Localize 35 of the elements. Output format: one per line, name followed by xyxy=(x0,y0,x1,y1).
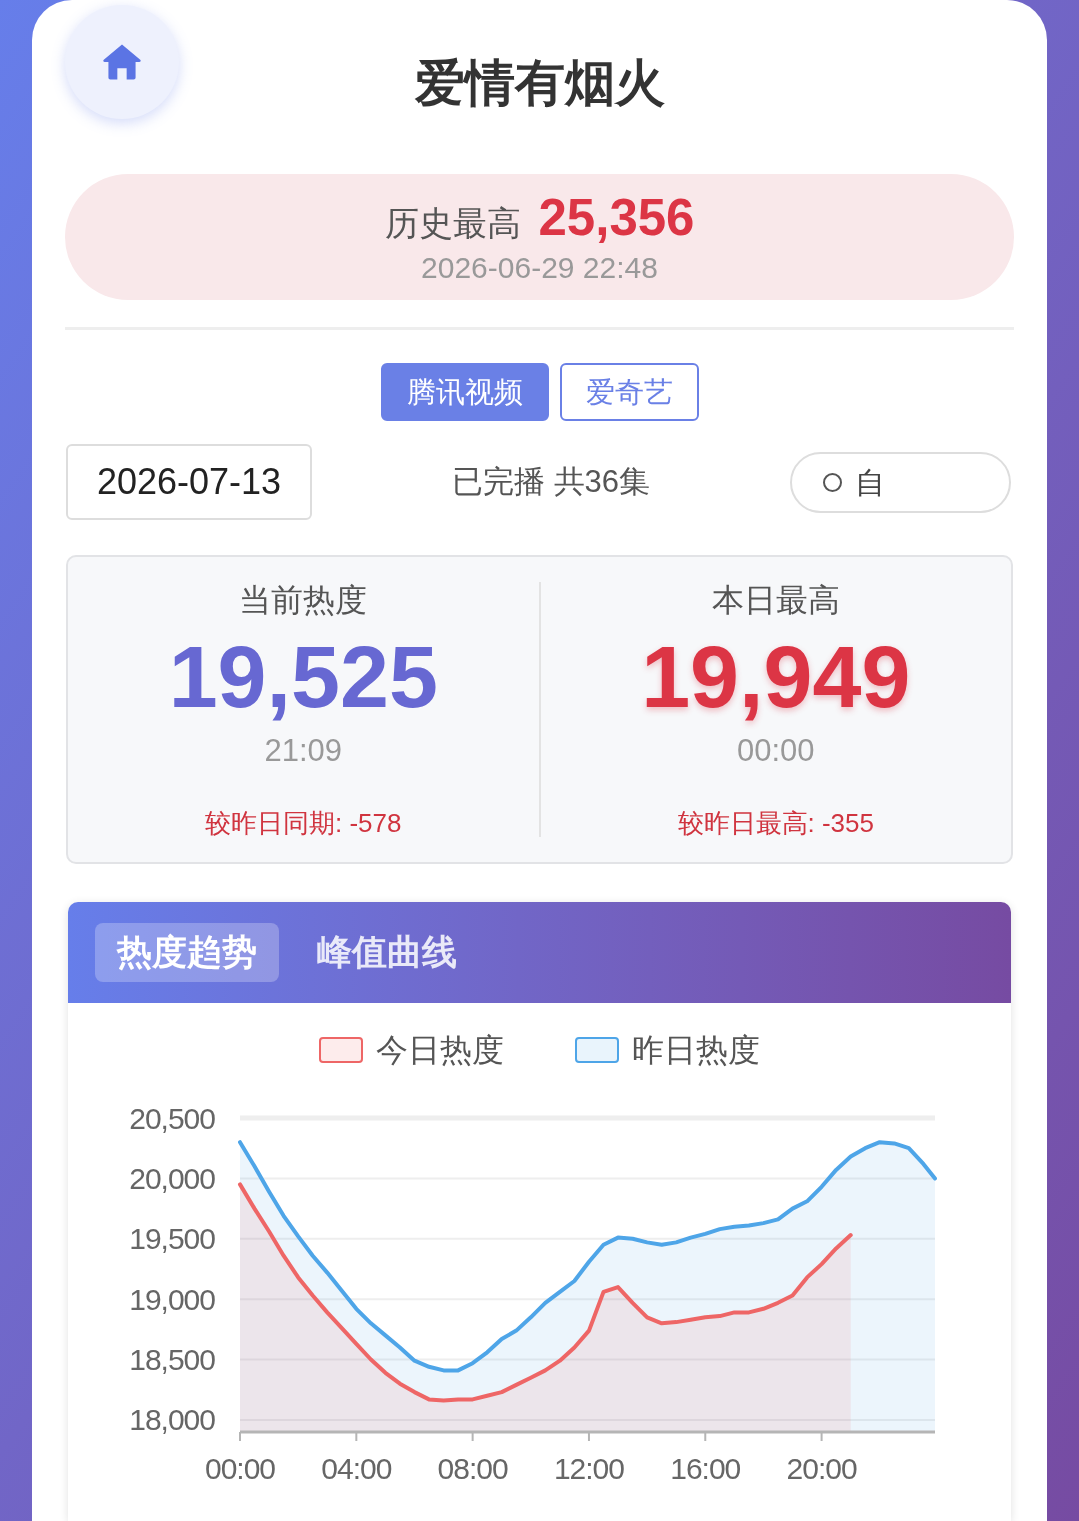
y-axis-label: 18,000 xyxy=(129,1403,215,1437)
date-field[interactable]: 2026-07-13 xyxy=(66,444,312,520)
x-axis-label: 04:00 xyxy=(321,1451,392,1485)
stat-value: 19,525 xyxy=(168,632,438,722)
home-icon xyxy=(103,43,141,81)
home-button[interactable] xyxy=(65,5,179,119)
x-axis-label: 08:00 xyxy=(437,1451,508,1485)
platform-tab[interactable]: 腾讯视频 xyxy=(380,363,549,421)
x-axis-label: 12:00 xyxy=(553,1451,624,1485)
stat-label: 本日最高 xyxy=(711,581,840,620)
stat-value: 19,949 xyxy=(641,632,911,722)
y-axis-label: 20,500 xyxy=(129,1101,215,1135)
y-axis-label: 19,000 xyxy=(129,1282,215,1316)
history-high-value: 25,356 xyxy=(538,188,695,247)
history-high-label: 历史最高 xyxy=(384,202,521,244)
page-title: 爱情有烟火 xyxy=(414,54,665,113)
x-axis-label: 16:00 xyxy=(670,1451,741,1485)
stat-time: 00:00 xyxy=(736,732,815,770)
x-axis-label: 20:00 xyxy=(786,1451,857,1485)
legend-label: 今日热度 xyxy=(376,1031,504,1070)
y-axis-label: 20,000 xyxy=(129,1161,215,1195)
y-axis-label: 18,500 xyxy=(129,1343,215,1377)
option-toggle[interactable]: 自 xyxy=(790,451,1011,513)
stat-comparison: 较昨日最高: -355 xyxy=(677,807,874,840)
stat-label: 当前热度 xyxy=(239,581,368,620)
y-axis-label: 19,500 xyxy=(129,1222,215,1256)
legend-label: 昨日热度 xyxy=(632,1031,760,1070)
stat-time: 21:09 xyxy=(264,732,343,770)
chart-tab[interactable]: 峰值曲线 xyxy=(295,923,479,982)
history-high-time: 2026-06-29 22:48 xyxy=(421,249,658,286)
chart-tab[interactable]: 热度趋势 xyxy=(95,923,279,982)
broadcast-status: 已完播 共36集 xyxy=(451,462,651,501)
platform-tab[interactable]: 爱奇艺 xyxy=(559,363,699,421)
stat-comparison: 较昨日同期: -578 xyxy=(205,807,402,840)
x-axis-label: 00:00 xyxy=(204,1451,276,1485)
